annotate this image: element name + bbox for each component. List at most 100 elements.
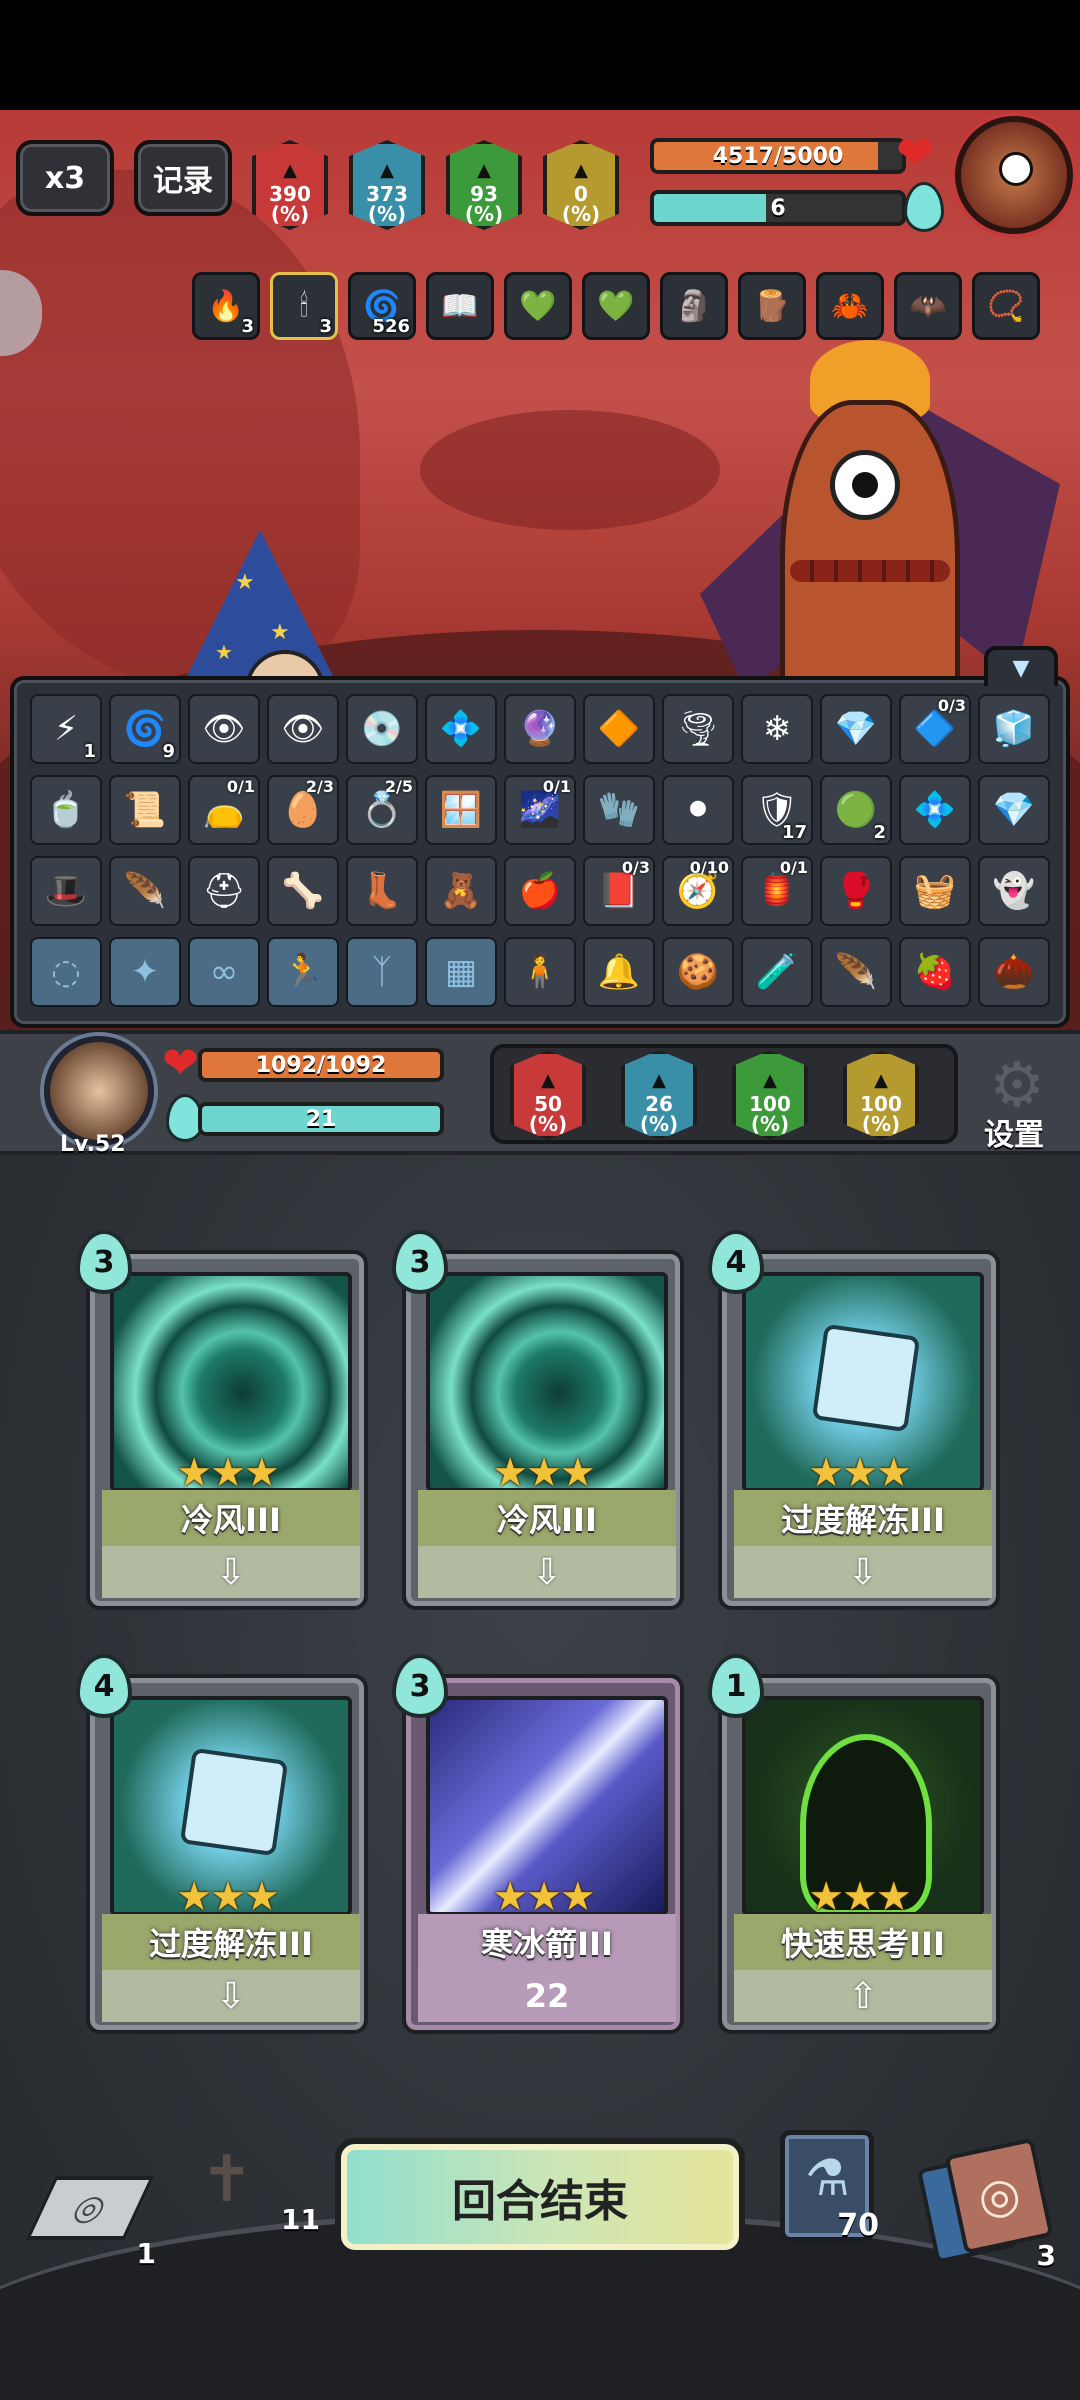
enemy-buff-fire-icon[interactable]: 🔥 3 [192, 272, 260, 340]
enemy-stat-2: ▲ 93 (%) [446, 140, 522, 230]
player-hp-text: 1092/1092 [255, 1052, 387, 1078]
graveyard-button[interactable]: ✝ 11 [190, 2140, 320, 2240]
inventory-item-doll-icon[interactable]: 🧸 [425, 856, 497, 926]
inventory-item-hat-icon[interactable]: 🎩 [30, 856, 102, 926]
inventory-item-purple-crystal-icon[interactable]: 🔮 [504, 694, 576, 764]
draw-pile-button[interactable]: ◎ 1 [25, 2176, 156, 2270]
inventory-item-disc-icon[interactable]: 💿 [346, 694, 418, 764]
inventory-item-wing-rune-icon[interactable]: ᛉ [346, 937, 418, 1007]
item-count: 2 [873, 822, 886, 843]
player-avatar[interactable] [44, 1036, 154, 1146]
inventory-item-cone-icon[interactable]: 🌰 [978, 937, 1050, 1007]
inventory-item-glove-icon[interactable]: 🧤 [583, 775, 655, 845]
inventory-item-ice-crystal-icon[interactable]: 💎 [820, 694, 892, 764]
inventory-item-frame-icon[interactable]: 🪟 [425, 775, 497, 845]
speed-button[interactable]: x3 [16, 140, 114, 216]
inventory-item-boot-icon[interactable]: 👢 [346, 856, 418, 926]
inventory-item-spiral-icon[interactable]: 🌀 9 [109, 694, 181, 764]
enemy-stat-unit: (%) [561, 202, 601, 226]
card-ice-cube[interactable]: ★★★ 过度解冻III ⇩ 4 [708, 1230, 1000, 1610]
inventory-item-cookie-icon[interactable]: 🍪 [662, 937, 734, 1007]
enemy-mana-bar: 6 [650, 190, 906, 226]
inventory-item-runner-rune-icon[interactable]: 🏃 [267, 937, 339, 1007]
inventory-item-ghost-icon[interactable]: 👻 [978, 856, 1050, 926]
inventory-item-blue-crystal-icon[interactable]: 💎 [978, 775, 1050, 845]
ice-cube-icon [811, 1323, 921, 1433]
bell-icon: 🔔 [597, 952, 641, 992]
inventory-item-helmet-icon[interactable]: ⛑ [188, 856, 260, 926]
discard-pile-button[interactable]: ◎ 3 [916, 2137, 1060, 2272]
inventory-item-feather-icon[interactable]: 🪶 [820, 937, 892, 1007]
inventory-item-wings-icon[interactable]: 🪶 [109, 856, 181, 926]
beads-icon: 📿 [987, 288, 1025, 324]
inventory-item-fruit-icon[interactable]: 🍎 [504, 856, 576, 926]
inventory-item-swirl-icon[interactable]: 🌪 [662, 694, 734, 764]
disc-icon: 💿 [360, 709, 404, 749]
card-ice-cube[interactable]: ★★★ 过度解冻III ⇩ 4 [76, 1654, 368, 2034]
inventory-item-bell-icon[interactable]: 🔔 [583, 937, 655, 1007]
red-scroll-icon: 📜 [123, 790, 167, 830]
inventory-item-tome-icon[interactable]: 📕 0/3 [583, 856, 655, 926]
inventory-item-ring-icon[interactable]: 💍 2/5 [346, 775, 418, 845]
inventory-item-staff-rune-icon[interactable]: ✦ [109, 937, 181, 1007]
inventory-item-red-scroll-icon[interactable]: 📜 [109, 775, 181, 845]
enemy-buff-wing-icon[interactable]: 🦇 [894, 272, 962, 340]
chevron-down-icon[interactable]: ▼ [984, 646, 1058, 686]
card-wind-vortex[interactable]: ★★★ 冷风III ⇩ 3 [76, 1230, 368, 1610]
book-icon: 📖 [441, 288, 479, 324]
inventory-item-lightning-icon[interactable]: ⚡ 1 [30, 694, 102, 764]
player-stat-2: ▲ 100 (%) [732, 1050, 808, 1140]
enemy-buff-spiral-icon[interactable]: 🌀 526 [348, 272, 416, 340]
inventory-item-compass-icon[interactable]: 🧭 0/10 [662, 856, 734, 926]
inventory-item-bag-icon[interactable]: 👝 0/1 [188, 775, 260, 845]
eye-icon: 👁 [281, 709, 325, 749]
inventory-item-rune-icon[interactable]: ❄ [741, 694, 813, 764]
enemy-buff-book-icon[interactable]: 📖 [426, 272, 494, 340]
magic-stat-icon: ▲ [380, 160, 394, 181]
enemy-portrait[interactable] [955, 116, 1073, 234]
slime-icon: 🟢 [834, 790, 878, 830]
inventory-item-lantern-icon[interactable]: 🏮 0/1 [741, 856, 813, 926]
inventory-item-frost-icon[interactable]: 🧊 [978, 694, 1050, 764]
blue-crystal-icon: 💎 [992, 790, 1036, 830]
inventory-item-shield-icon[interactable]: 🛡 17 [741, 775, 813, 845]
card-think[interactable]: ★★★ 快速思考III ⇧ 1 [708, 1654, 1000, 2034]
inventory-item-claw-icon[interactable]: 🦴 [267, 856, 339, 926]
inventory-item-orange-crystal-icon[interactable]: 🔶 [583, 694, 655, 764]
inventory-item-blue-gem-icon[interactable]: 💠 [425, 694, 497, 764]
card-footer: 22 [418, 1970, 676, 2022]
inventory-item-slime-icon[interactable]: 🟢 2 [820, 775, 892, 845]
inventory-item-orb-icon[interactable]: ⚫ [662, 775, 734, 845]
inventory-item-figure-icon[interactable]: 🧍 [504, 937, 576, 1007]
inventory-item-eye-icon[interactable]: 👁 [188, 694, 260, 764]
card-wind-vortex[interactable]: ★★★ 冷风III ⇩ 3 [392, 1230, 684, 1610]
inventory-item-box-rune-icon[interactable]: ▦ [425, 937, 497, 1007]
record-button[interactable]: 记录 [134, 140, 232, 216]
enemy-buff-torch-icon[interactable]: 🪵 [738, 272, 806, 340]
end-turn-button[interactable]: 回合结束 [335, 2138, 745, 2256]
inventory-item-sack-icon[interactable]: 🧺 [899, 856, 971, 926]
inventory-item-potion-icon[interactable]: 🧪 [741, 937, 813, 1007]
inventory-item-gauntlet-icon[interactable]: 🥊 [820, 856, 892, 926]
enemy-buff-green-gem-icon[interactable]: 💚 [504, 272, 572, 340]
inventory-item-strawberry-icon[interactable]: 🍓 [899, 937, 971, 1007]
enemy-buff-statue-icon[interactable]: 🗿 [660, 272, 728, 340]
enemy-buff-claw-icon[interactable]: 🦀 [816, 272, 884, 340]
inventory-item-chain-rune-icon[interactable]: ∞ [188, 937, 260, 1007]
wing-rune-icon: ᛉ [371, 952, 393, 992]
inventory-item-cauldron-icon[interactable]: 🍵 [30, 775, 102, 845]
enemy-stat-0: ▲ 390 (%) [252, 140, 328, 230]
inventory-item-galaxy-icon[interactable]: 🌌 0/1 [504, 775, 576, 845]
inventory-item-eye-icon[interactable]: 👁 [267, 694, 339, 764]
inventory-item-gem-icon[interactable]: 💠 [899, 775, 971, 845]
enemy-buff-green-gem-icon[interactable]: 💚 [582, 272, 650, 340]
settings-label[interactable]: 设置 [984, 1110, 1044, 1154]
potion-button[interactable]: ⚗ 70 [780, 2130, 879, 2243]
enemy-buff-beads-icon[interactable]: 📿 [972, 272, 1040, 340]
card-ice-arrow[interactable]: ★★★ 寒冰箭III 22 3 [392, 1654, 684, 2034]
inventory-item-swirl-rune-icon[interactable]: ◌ [30, 937, 102, 1007]
enemy-buff-candle-icon[interactable]: 🕯 3 [270, 272, 338, 340]
inventory-item-prism-icon[interactable]: 🔷 0/3 [899, 694, 971, 764]
inventory-item-egg-icon[interactable]: 🥚 2/3 [267, 775, 339, 845]
ghost-icon: 👻 [992, 871, 1036, 911]
